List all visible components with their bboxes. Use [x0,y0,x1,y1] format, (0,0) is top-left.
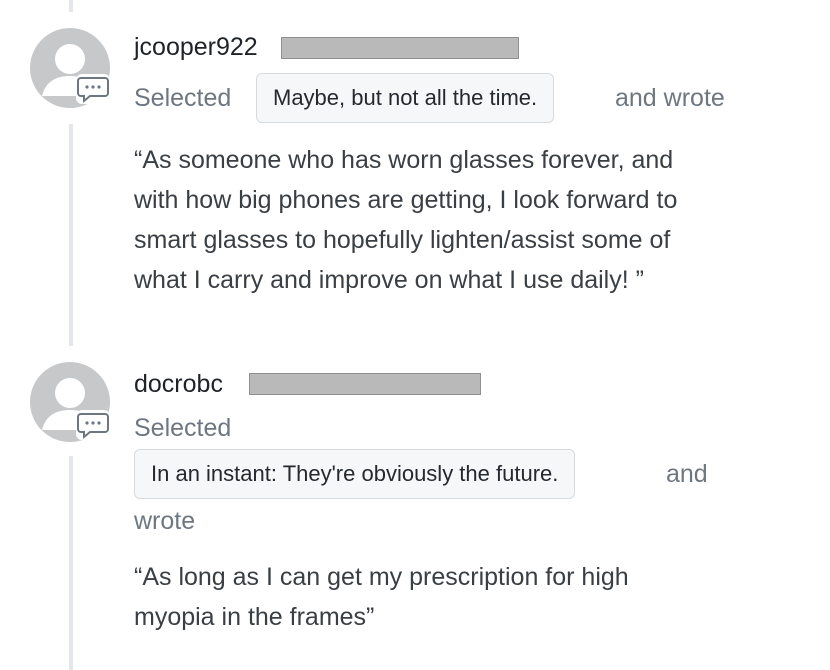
comment-entry: docrobc Selected In an instant: They're … [0,0,830,670]
quote-line: myopia in the frames” [134,603,375,631]
comment-quote: “As long as I can get my prescription fo… [134,557,629,637]
redaction-box [249,373,481,395]
quote-line: “As long as I can get my prescription fo… [134,563,629,591]
and-label: and [666,460,708,488]
username[interactable]: docrobc [134,369,223,399]
poll-choice-pill[interactable]: In an instant: They're obviously the fut… [134,449,576,499]
comment-bubble-icon [76,410,110,440]
selected-label: Selected [134,414,232,442]
wrote-label: wrote [134,507,196,535]
